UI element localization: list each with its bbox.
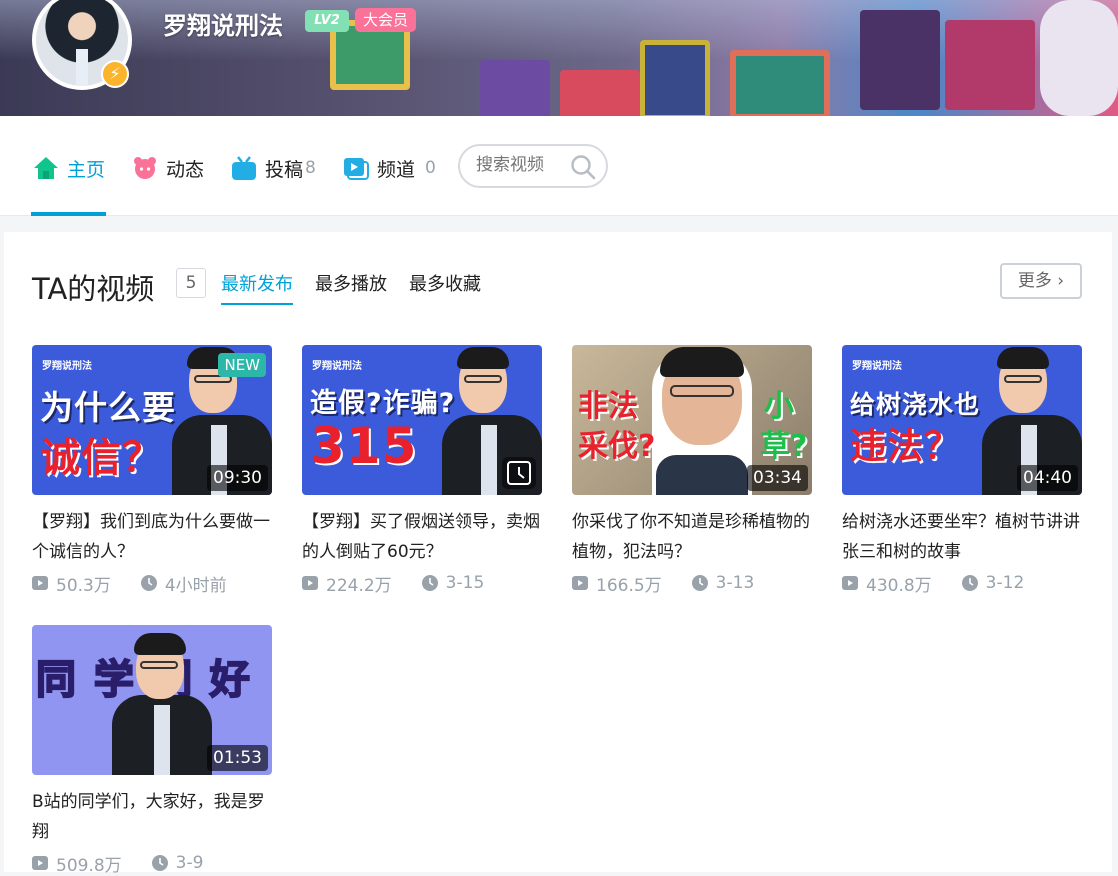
video-count-badge: 5 xyxy=(176,268,206,298)
video-card[interactable]: 非法 采伐? 小 草? 03:34 你采伐了你不知道是珍稀植物的植物，犯法吗？ … xyxy=(572,345,812,596)
video-meta: 430.8万 3-12 xyxy=(842,571,1082,596)
play-count: 224.2万 xyxy=(326,575,392,596)
tab-home-label: 主页 xyxy=(67,158,106,181)
level-badge: LV2 xyxy=(305,10,349,32)
active-tab-indicator xyxy=(31,212,106,216)
play-count: 166.5万 xyxy=(596,575,662,596)
watch-later-icon[interactable] xyxy=(502,457,536,489)
dynamic-icon xyxy=(132,155,158,181)
play-count: 50.3万 xyxy=(56,575,111,596)
thumb-text: 采伐? xyxy=(578,429,656,464)
play-count-icon xyxy=(302,576,318,590)
search-input[interactable] xyxy=(476,155,566,175)
clock-icon xyxy=(140,575,157,591)
gift-decoration xyxy=(945,20,1035,110)
play-count-icon xyxy=(572,576,588,590)
thumb-text: 诚信？ xyxy=(40,435,163,481)
more-button-label: 更多 xyxy=(1017,271,1052,291)
video-meta: 509.8万 3-9 xyxy=(32,851,272,876)
posts-count: 8 xyxy=(305,158,316,178)
channel-icon xyxy=(343,155,369,181)
thumb-channel-tag: 罗翔说刑法 xyxy=(852,361,902,372)
video-thumbnail[interactable]: 非法 采伐? 小 草? 03:34 xyxy=(572,345,812,495)
clock-icon xyxy=(421,575,438,591)
tv-icon xyxy=(231,155,257,181)
thumb-text: 给树浇水也 xyxy=(850,390,981,419)
tab-posts[interactable]: 投稿 8 xyxy=(231,154,316,182)
search-icon[interactable] xyxy=(570,154,596,180)
gift-decoration xyxy=(730,50,830,116)
sort-tab-most-played[interactable]: 最多播放 xyxy=(315,270,387,296)
presenter-figure xyxy=(102,625,212,775)
gift-decoration xyxy=(860,10,940,110)
tab-posts-label: 投稿 xyxy=(265,158,304,181)
clock-icon xyxy=(151,855,168,871)
tab-channels[interactable]: 频道 0 xyxy=(343,154,436,182)
video-title[interactable]: 给树浇水还要坐牢？植树节讲讲张三和树的故事 xyxy=(842,507,1082,567)
video-card[interactable]: 罗翔说刑法 造假?诈骗? 315 【罗翔】买了假烟送领导，卖烟的人倒贴了60元？… xyxy=(302,345,542,596)
profile-nav: 主页 动态 投稿 8 频道 0 xyxy=(0,116,1118,216)
publish-time: 3-12 xyxy=(985,573,1025,593)
video-duration: 04:40 xyxy=(1017,465,1078,491)
video-card[interactable]: 罗翔说刑法 为什么要 诚信？ NEW 09:30 【罗翔】我们到底为什么要做一个… xyxy=(32,345,272,596)
thumb-text: 小 xyxy=(764,389,794,424)
thumb-channel-tag: 罗翔说刑法 xyxy=(312,361,362,372)
play-count: 430.8万 xyxy=(866,575,932,596)
video-meta: 50.3万 4小时前 xyxy=(32,571,272,596)
publish-time: 3-13 xyxy=(715,573,755,593)
publish-time: 3-15 xyxy=(445,573,485,593)
thumb-channel-tag: 罗翔说刑法 xyxy=(42,361,92,372)
videos-panel: TA的视频 5 最新发布 最多播放 最多收藏 更多 › 罗翔说刑法 为什么要 诚… xyxy=(4,232,1112,876)
sort-tab-most-favorited[interactable]: 最多收藏 xyxy=(409,270,481,296)
home-icon xyxy=(33,155,59,181)
vip-badge: 大会员 xyxy=(355,8,417,32)
channels-count: 0 xyxy=(425,158,436,178)
username: 罗翔说刑法 xyxy=(163,12,283,40)
video-thumbnail[interactable]: 罗翔说刑法 给树浇水也 违法？ 04:40 xyxy=(842,345,1082,495)
video-thumbnail[interactable]: 同 学 们 好 01:53 xyxy=(32,625,272,775)
thumb-text: 草? xyxy=(760,429,808,464)
video-title[interactable]: 【罗翔】买了假烟送领导，卖烟的人倒贴了60元？ xyxy=(302,507,542,567)
sort-tab-indicator xyxy=(221,303,293,305)
profile-banner: ⚡ 罗翔说刑法 LV2 大会员 xyxy=(0,0,1118,116)
play-count-icon xyxy=(32,856,48,870)
tab-dynamic[interactable]: 动态 xyxy=(132,154,204,182)
play-count-icon xyxy=(842,576,858,590)
gift-decoration xyxy=(640,40,710,116)
video-search[interactable] xyxy=(458,144,608,188)
clock-icon xyxy=(961,575,978,591)
new-badge: NEW xyxy=(218,353,266,377)
publish-time: 3-9 xyxy=(175,853,204,873)
lightning-badge-icon: ⚡ xyxy=(101,60,129,88)
play-count-icon xyxy=(32,576,48,590)
video-title[interactable]: B站的同学们，大家好，我是罗翔 xyxy=(32,787,272,847)
bunny-decoration xyxy=(1040,0,1118,116)
sort-tab-latest[interactable]: 最新发布 xyxy=(221,270,293,296)
video-thumbnail[interactable]: 罗翔说刑法 造假?诈骗? 315 xyxy=(302,345,542,495)
tab-dynamic-label: 动态 xyxy=(166,158,205,181)
thumb-text: 为什么要 xyxy=(40,388,176,427)
chevron-right-icon: › xyxy=(1057,271,1065,291)
video-duration: 09:30 xyxy=(207,465,268,491)
video-meta: 224.2万 3-15 xyxy=(302,571,542,596)
video-duration: 01:53 xyxy=(207,745,268,771)
section-title: TA的视频 xyxy=(32,272,155,306)
more-button[interactable]: 更多 › xyxy=(1000,263,1082,299)
clock-icon xyxy=(691,575,708,591)
video-thumbnail[interactable]: 罗翔说刑法 为什么要 诚信？ NEW 09:30 xyxy=(32,345,272,495)
video-card[interactable]: 同 学 们 好 01:53 B站的同学们，大家好，我是罗翔 509.8万 3-9 xyxy=(32,625,272,876)
thumb-text: 315 xyxy=(310,417,418,475)
thumb-text: 违法？ xyxy=(850,426,962,467)
tab-channels-label: 频道 xyxy=(377,158,416,181)
gift-decoration xyxy=(560,70,640,116)
video-title[interactable]: 【罗翔】我们到底为什么要做一个诚信的人？ xyxy=(32,507,272,567)
video-card[interactable]: 罗翔说刑法 给树浇水也 违法？ 04:40 给树浇水还要坐牢？植树节讲讲张三和树… xyxy=(842,345,1082,596)
video-title[interactable]: 你采伐了你不知道是珍稀植物的植物，犯法吗？ xyxy=(572,507,812,567)
gift-decoration xyxy=(480,60,550,116)
video-duration: 03:34 xyxy=(747,465,808,491)
thumb-text: 非法 xyxy=(578,389,638,424)
video-meta: 166.5万 3-13 xyxy=(572,571,812,596)
tab-home[interactable]: 主页 xyxy=(33,154,105,182)
publish-time: 4小时前 xyxy=(164,575,227,596)
